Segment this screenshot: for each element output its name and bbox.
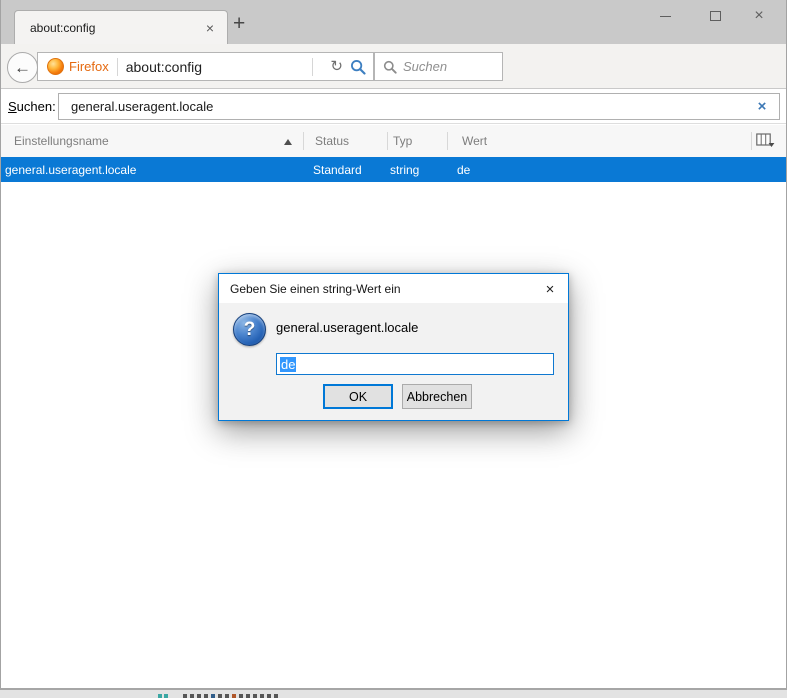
url-bar[interactable]: Firefox about:config ↻ xyxy=(37,52,374,81)
selected-text: de xyxy=(280,357,296,372)
pref-row-selected[interactable]: general.useragent.locale Standard string… xyxy=(0,157,787,182)
window-border-left xyxy=(0,0,1,690)
config-filter-bar: Suchen: × xyxy=(0,89,787,124)
column-header-value[interactable]: Wert xyxy=(462,125,487,157)
filter-label: Suchen: xyxy=(8,89,56,123)
column-header-type[interactable]: Typ xyxy=(393,125,412,157)
tab-title: about:config xyxy=(30,21,203,35)
urlbar-separator xyxy=(117,58,118,76)
new-tab-button[interactable]: + xyxy=(233,13,245,34)
firefox-identity-icon xyxy=(47,58,64,75)
clear-filter-icon[interactable]: × xyxy=(751,95,773,117)
url-text[interactable]: about:config xyxy=(126,59,305,75)
minimize-button[interactable] xyxy=(650,4,680,28)
dialog-title: Geben Sie einen string-Wert ein xyxy=(219,274,568,303)
question-icon: ? xyxy=(233,313,266,346)
urlbar-separator xyxy=(312,58,313,76)
column-header-status[interactable]: Status xyxy=(315,125,349,157)
close-window-button[interactable]: × xyxy=(744,4,774,28)
firefox-window: about:config × + × ← Firefox about:confi… xyxy=(0,0,787,698)
taskbar-icon-sliver xyxy=(232,694,236,698)
dialog-value-input[interactable]: de xyxy=(276,353,554,375)
sort-ascending-icon xyxy=(284,139,292,145)
pref-name-cell: general.useragent.locale xyxy=(5,157,136,182)
tab-about-config[interactable]: about:config × xyxy=(14,10,228,44)
taskbar-icons-sliver xyxy=(183,694,279,698)
taskbar-icon-sliver xyxy=(158,694,169,698)
identity-label: Firefox xyxy=(69,59,109,74)
column-header-name[interactable]: Einstellungsname xyxy=(14,125,109,157)
cancel-button[interactable]: Abbrechen xyxy=(402,384,472,409)
maximize-button[interactable] xyxy=(700,4,730,28)
dialog-pref-name: general.useragent.locale xyxy=(276,320,418,335)
navigation-toolbar: ← Firefox about:config ↻ xyxy=(0,44,787,89)
column-picker-button[interactable] xyxy=(756,133,776,152)
urlbar-search-icon[interactable] xyxy=(350,59,366,75)
back-button[interactable]: ← xyxy=(7,52,38,83)
taskbar-sliver xyxy=(0,690,787,698)
search-icon xyxy=(383,60,397,74)
filter-input[interactable] xyxy=(58,93,780,120)
search-box[interactable] xyxy=(374,52,503,81)
minimize-icon xyxy=(660,16,671,17)
string-value-dialog: Geben Sie einen string-Wert ein × ? gene… xyxy=(218,273,569,421)
pref-value-cell: de xyxy=(457,157,470,182)
taskbar-icon-sliver xyxy=(211,694,215,698)
config-table-header: Einstellungsname Status Typ Wert xyxy=(0,125,787,157)
maximize-icon xyxy=(710,11,721,21)
pref-status-cell: Standard xyxy=(313,157,362,182)
title-bar: about:config × + × xyxy=(0,0,787,44)
ok-button[interactable]: OK xyxy=(323,384,393,409)
dialog-close-icon[interactable]: × xyxy=(541,280,559,298)
search-input[interactable] xyxy=(403,59,493,74)
tab-close-icon[interactable]: × xyxy=(203,19,217,37)
pref-type-cell: string xyxy=(390,157,419,182)
column-picker-icon xyxy=(756,133,776,149)
reload-icon[interactable]: ↻ xyxy=(330,59,343,74)
